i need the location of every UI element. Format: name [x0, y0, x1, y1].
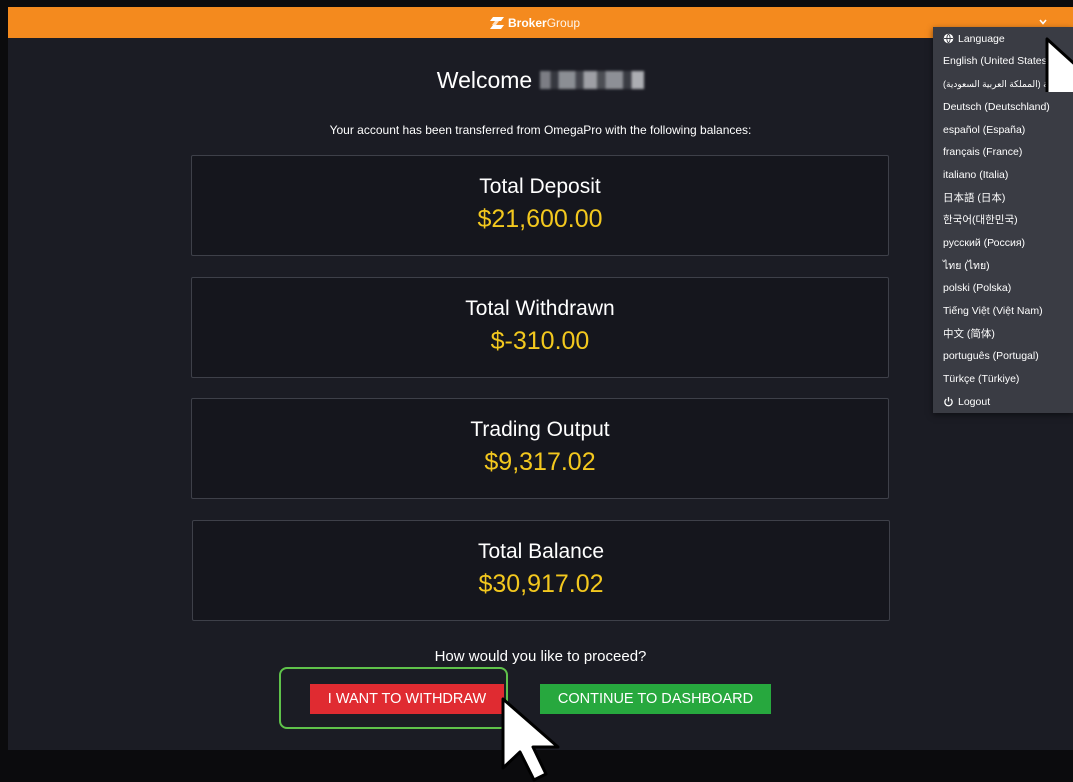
language-option-tr-tr[interactable]: Türkçe (Türkiye) [943, 369, 1019, 389]
language-menu-header: Language [943, 29, 1005, 49]
mouse-pointer-icon-top [1045, 37, 1073, 92]
card-value: $-310.00 [490, 327, 590, 355]
logout-label: Logout [958, 396, 991, 408]
language-option-pt-pt[interactable]: português (Portugal) [943, 346, 1039, 366]
language-option-ru-ru[interactable]: русский (Россия) [943, 233, 1025, 253]
total-balance-card: Total Balance $30,917.02 [192, 520, 890, 621]
brand-name-light: Group [546, 16, 581, 30]
language-option-zh-cn[interactable]: 中文 (简体) [943, 324, 995, 344]
continue-to-dashboard-button[interactable]: CONTINUE TO DASHBOARD [540, 684, 771, 714]
language-option-de-de[interactable]: Deutsch (Deutschland) [943, 97, 1050, 117]
card-value: $9,317.02 [484, 448, 596, 476]
total-deposit-card: Total Deposit $21,600.00 [191, 155, 889, 256]
welcome-heading: Welcome [8, 67, 1073, 94]
withdraw-button[interactable]: I WANT TO WITHDRAW [310, 684, 504, 714]
transfer-message: Your account has been transferred from O… [329, 123, 752, 137]
language-option-es-es[interactable]: español (España) [943, 120, 1025, 140]
app-window: Broker Group Welcome Your account has bee… [8, 7, 1073, 750]
total-withdrawn-card: Total Withdrawn $-310.00 [191, 277, 889, 378]
card-value: $30,917.02 [478, 570, 604, 598]
brand-name-bold: Broker [508, 16, 547, 30]
welcome-text: Welcome [436, 67, 533, 93]
top-bar: Broker Group [8, 7, 1073, 38]
language-option-ja-jp[interactable]: 日本語 (日本) [943, 188, 1005, 208]
language-option-fr-fr[interactable]: français (France) [943, 142, 1022, 162]
globe-icon [943, 33, 954, 44]
language-option-vi-vn[interactable]: Tiếng Việt (Việt Nam) [943, 301, 1043, 321]
card-label: Trading Output [470, 418, 610, 441]
language-option-th-th[interactable]: ไทย (ไทย) [943, 256, 990, 276]
proceed-question: How would you like to proceed? [434, 648, 647, 665]
brand-logo[interactable]: Broker Group [490, 15, 580, 31]
language-option-en-us[interactable]: English (United States) [943, 51, 1050, 71]
language-option-ko-kr[interactable]: 한국어(대한민국) [943, 210, 1018, 230]
card-value: $21,600.00 [477, 205, 603, 233]
logout-menu-item[interactable]: Logout [943, 392, 990, 412]
broker-logo-icon [490, 17, 504, 29]
language-option-it-it[interactable]: italiano (Italia) [943, 165, 1008, 185]
blurred-username [540, 71, 645, 89]
chevron-down-icon[interactable] [1038, 17, 1048, 27]
mouse-pointer-icon [501, 697, 560, 782]
card-label: Total Balance [477, 540, 605, 563]
language-option-pl-pl[interactable]: polski (Polska) [943, 278, 1011, 298]
card-label: Total Deposit [479, 175, 601, 198]
language-menu-title: Language [958, 33, 1005, 45]
card-label: Total Withdrawn [465, 297, 615, 320]
power-icon [944, 397, 953, 407]
trading-output-card: Trading Output $9,317.02 [191, 398, 889, 499]
